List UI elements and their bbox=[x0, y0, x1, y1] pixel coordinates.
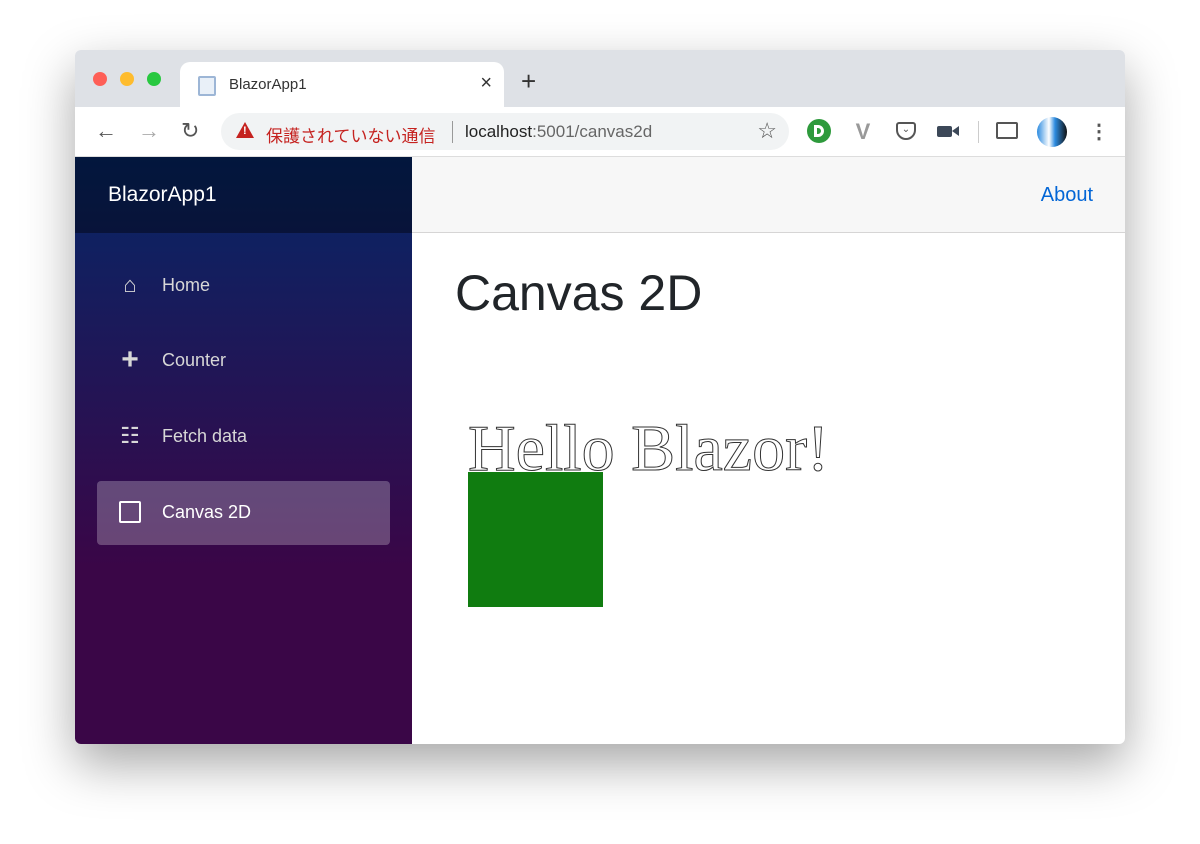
reload-icon[interactable]: ↻ bbox=[181, 118, 199, 144]
browser-window: BlazorApp1 × + ← → ↻ ! 保護されていない通信 localh… bbox=[75, 50, 1125, 744]
url-host: localhost bbox=[465, 122, 533, 141]
cast-icon[interactable] bbox=[996, 119, 1020, 143]
sidebar-item-label: Home bbox=[162, 275, 211, 295]
new-tab-button[interactable]: + bbox=[521, 68, 536, 94]
sidebar-item-home[interactable]: ⌂ Home bbox=[97, 254, 390, 318]
back-icon[interactable]: ← bbox=[95, 118, 117, 144]
sidebar-item-label: Fetch data bbox=[162, 426, 248, 446]
warning-icon[interactable]: ! bbox=[236, 122, 254, 138]
divider bbox=[452, 121, 453, 143]
tab-title: BlazorApp1 bbox=[229, 76, 307, 93]
browser-tab[interactable]: BlazorApp1 × bbox=[180, 62, 504, 107]
list-icon: ☷ bbox=[120, 423, 140, 448]
blazor-app: BlazorApp1 ⌂ Home + Counter ☷ Fetch data Ca… bbox=[75, 157, 1125, 744]
address-bar[interactable]: ! 保護されていない通信 localhost:5001/canvas2d ☆ bbox=[221, 113, 789, 150]
sidebar-item-fetch-data[interactable]: ☷ Fetch data bbox=[97, 405, 390, 469]
profile-avatar[interactable] bbox=[1037, 117, 1067, 147]
sidebar-item-label: Canvas 2D bbox=[162, 502, 252, 522]
toolbar-divider bbox=[978, 121, 979, 143]
main-content: About Canvas 2D Hello Blazor! bbox=[412, 157, 1125, 744]
star-icon[interactable]: ☆ bbox=[757, 118, 777, 144]
close-window-button[interactable] bbox=[93, 72, 107, 86]
green-rectangle bbox=[468, 472, 603, 607]
pocket-icon[interactable]: ⌄ bbox=[894, 119, 918, 143]
tab-strip: BlazorApp1 × + bbox=[75, 50, 1125, 107]
extension-v-icon[interactable]: V bbox=[851, 119, 875, 144]
url-path: :5001/canvas2d bbox=[532, 122, 653, 141]
canvas-2d: Hello Blazor! bbox=[468, 412, 830, 607]
image-icon bbox=[118, 500, 142, 524]
minimize-window-button[interactable] bbox=[120, 72, 134, 86]
maximize-window-button[interactable] bbox=[147, 72, 161, 86]
sidebar-item-counter[interactable]: + Counter bbox=[97, 329, 390, 393]
menu-icon[interactable]: ⋮ bbox=[1087, 119, 1111, 143]
video-icon[interactable] bbox=[937, 119, 961, 143]
page-favicon-icon bbox=[198, 76, 216, 96]
sidebar-item-canvas-2d[interactable]: Canvas 2D bbox=[97, 481, 390, 545]
sidebar: BlazorApp1 ⌂ Home + Counter ☷ Fetch data Ca… bbox=[75, 157, 412, 744]
about-link[interactable]: About bbox=[1041, 184, 1093, 207]
plus-icon: + bbox=[121, 343, 139, 376]
security-label[interactable]: 保護されていない通信 bbox=[266, 122, 436, 147]
extension-green-icon[interactable] bbox=[807, 119, 831, 143]
sidebar-item-label: Counter bbox=[162, 350, 227, 370]
page-title: Canvas 2D bbox=[455, 265, 703, 321]
home-icon: ⌂ bbox=[123, 272, 137, 297]
url-text[interactable]: localhost:5001/canvas2d bbox=[465, 122, 652, 142]
forward-icon[interactable]: → bbox=[138, 118, 160, 144]
top-row: About bbox=[412, 157, 1125, 233]
browser-toolbar: ← → ↻ ! 保護されていない通信 localhost:5001/canvas… bbox=[75, 107, 1125, 157]
brand[interactable]: BlazorApp1 bbox=[75, 157, 412, 233]
close-tab-icon[interactable]: × bbox=[480, 72, 492, 95]
